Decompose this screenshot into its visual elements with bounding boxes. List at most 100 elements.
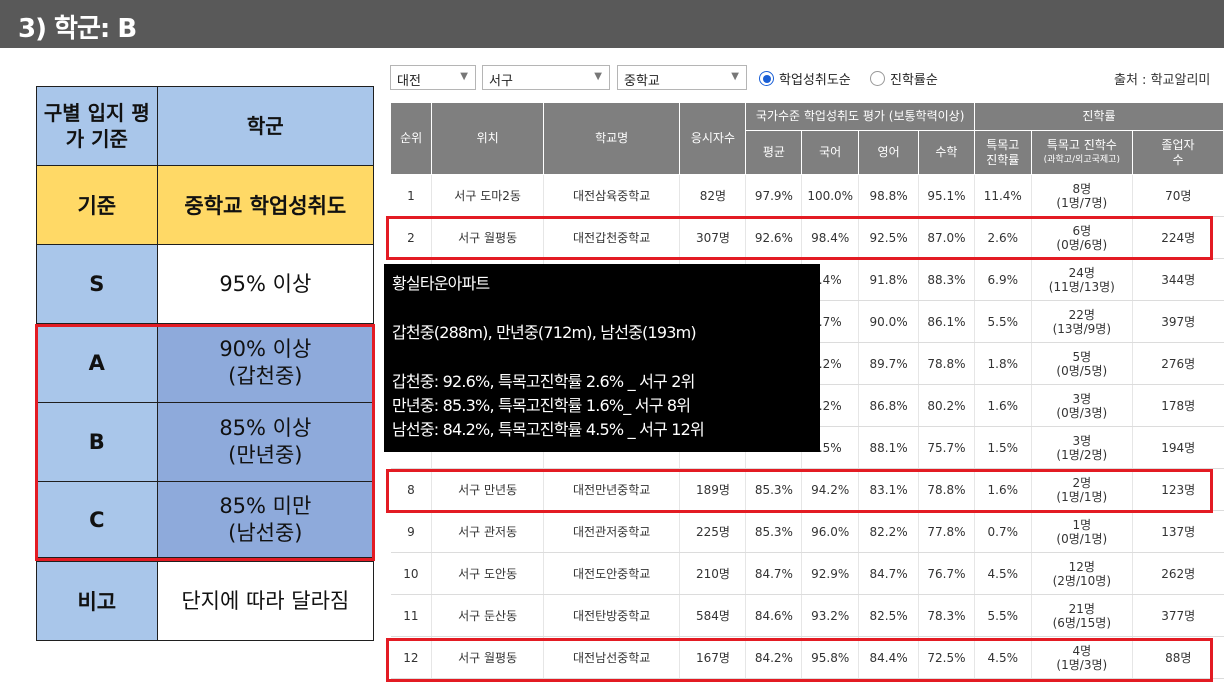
cell-english: 91.8%	[858, 258, 919, 301]
col-avg: 평균	[745, 130, 803, 175]
apartment-tooltip: 황실타운아파트 갑천중(288m), 만년중(712m), 남선중(193m) …	[384, 264, 820, 452]
cell-english: 90.0%	[858, 300, 919, 343]
cell-count: 24명 (11명/13명)	[1030, 258, 1133, 301]
cell-special-rate: 11.4%	[973, 174, 1032, 217]
radio-checked-icon	[759, 71, 774, 86]
grade-s: S	[36, 244, 158, 324]
criteria-header-left: 구별 입지 평가 기준	[36, 86, 158, 166]
cell-math: 78.3%	[918, 594, 975, 637]
cell-count: 5명 (0명/5명)	[1030, 342, 1133, 385]
grade-b-value: 85% 이상 (만년중)	[156, 402, 375, 482]
cell-special-rate: 1.6%	[973, 384, 1032, 427]
col-math: 수학	[918, 130, 975, 175]
cell-examinees: 584명	[679, 594, 746, 637]
cell-korean: 95.8%	[801, 636, 859, 679]
cell-special-rate: 1.8%	[973, 342, 1032, 385]
cell-special-rate: 5.5%	[973, 594, 1032, 637]
grade-a-value: 90% 이상 (갑천중)	[156, 323, 375, 403]
cell-avg: 84.6%	[745, 594, 802, 637]
cell-special-rate: 4.5%	[973, 636, 1032, 679]
cell-english: 98.8%	[858, 174, 919, 217]
cell-location: 서구 도마2동	[431, 174, 544, 217]
cell-examinees: 210명	[679, 552, 746, 595]
cell-math: 75.7%	[918, 426, 975, 469]
cell-rank: 9	[390, 510, 432, 553]
cell-math: 72.5%	[918, 636, 975, 679]
cell-count: 4명 (1명/3명)	[1030, 636, 1133, 679]
table-row: 8 서구 만년동 대전만년중학교 189명 85.3% 94.2% 83.1% 78.8% 1.…	[390, 468, 1224, 511]
cell-rank: 8	[390, 468, 432, 511]
table-row: 12 서구 월평동 대전남선중학교 167명 84.2% 95.8% 84.4% 72.5% 4…	[390, 636, 1224, 679]
cell-english: 86.8%	[858, 384, 919, 427]
tooltip-apartment-name: 황실타운아파트	[392, 274, 490, 293]
cell-grads: 137명	[1131, 510, 1224, 553]
cell-rank: 12	[390, 636, 432, 679]
criteria-header-right: 학군	[156, 86, 375, 166]
radio-unchecked-icon	[870, 71, 885, 86]
cell-special-rate: 1.6%	[973, 468, 1032, 511]
cell-rank: 11	[390, 594, 432, 637]
cell-examinees: 307명	[679, 216, 746, 259]
col-rank: 순위	[389, 102, 433, 175]
cell-english: 92.5%	[858, 216, 919, 259]
cell-school: 대전도안중학교	[542, 552, 680, 595]
cell-grads: 70명	[1131, 174, 1224, 217]
cell-rank: 1	[390, 174, 432, 217]
cell-count: 12명 (2명/10명)	[1030, 552, 1133, 595]
grade-c-value: 85% 미만 (남선중)	[156, 481, 375, 558]
radio-achievement[interactable]: 학업성취도순	[759, 69, 851, 88]
chevron-down-icon: ▼	[460, 71, 468, 82]
source-label: 출처 : 학교알리미	[1114, 73, 1211, 88]
cell-examinees: 167명	[679, 636, 746, 679]
cell-math: 77.8%	[918, 510, 975, 553]
cell-grads: 344명	[1131, 258, 1224, 301]
col-examinees: 응시자수	[679, 102, 747, 175]
city-select[interactable]: 대전 ▼	[390, 65, 476, 90]
tooltip-line-gapcheon: 갑천중: 92.6%, 특목고진학률 2.6% _ 서구 2위	[392, 372, 695, 391]
tooltip-line-namseon: 남선중: 84.2%, 특목고진학률 4.5% _ 서구 12위	[392, 420, 705, 439]
cell-school: 대전갑천중학교	[542, 216, 680, 259]
note-value: 단지에 따라 달라짐	[156, 561, 375, 641]
cell-grads: 262명	[1131, 552, 1224, 595]
cell-korean: 92.9%	[801, 552, 859, 595]
cell-school: 대전만년중학교	[542, 468, 680, 511]
cell-rank: 2	[390, 216, 432, 259]
cell-count: 6명 (0명/6명)	[1030, 216, 1133, 259]
cell-location: 서구 만년동	[431, 468, 544, 511]
cell-grads: 88명	[1131, 636, 1224, 679]
cell-avg: 92.6%	[745, 216, 802, 259]
cell-korean: 98.4%	[801, 216, 859, 259]
basis-label: 기준	[36, 165, 158, 245]
col-school: 학교명	[542, 102, 681, 175]
cell-english: 82.5%	[858, 594, 919, 637]
cell-avg: 85.3%	[745, 510, 802, 553]
cell-location: 서구 둔산동	[431, 594, 544, 637]
cell-avg: 97.9%	[745, 174, 802, 217]
cell-count: 22명 (13명/9명)	[1030, 300, 1133, 343]
cell-grads: 224명	[1131, 216, 1224, 259]
note-label: 비고	[36, 561, 158, 641]
cell-location: 서구 도안동	[431, 552, 544, 595]
criteria-table: 구별 입지 평가 기준 학군 기준 중학교 학업성취도 S 95% 이상 A 9…	[36, 86, 375, 641]
district-select[interactable]: 서구 ▼	[482, 65, 610, 90]
col-group-advance: 진학률	[973, 102, 1224, 131]
radio-advancement[interactable]: 진학률순	[870, 69, 938, 88]
cell-count: 8명 (1명/7명)	[1030, 174, 1133, 217]
table-row: 11 서구 둔산동 대전탄방중학교 584명 84.6% 93.2% 82.5% 78.3% 5…	[390, 594, 1224, 637]
cell-examinees: 189명	[679, 468, 746, 511]
cell-korean: 94.2%	[801, 468, 859, 511]
cell-school: 대전삼육중학교	[542, 174, 680, 217]
table-row: 1 서구 도마2동 대전삼육중학교 82명 97.9% 100.0% 98.8% 95.1% 1…	[390, 174, 1224, 217]
cell-special-rate: 0.7%	[973, 510, 1032, 553]
cell-location: 서구 월평동	[431, 216, 544, 259]
grade-a: A	[36, 323, 158, 403]
cell-location: 서구 월평동	[431, 636, 544, 679]
cell-grads: 194명	[1131, 426, 1224, 469]
cell-grads: 397명	[1131, 300, 1224, 343]
table-row: 10 서구 도안동 대전도안중학교 210명 84.7% 92.9% 84.7% 76.7% 4…	[390, 552, 1224, 595]
cell-special-rate: 1.5%	[973, 426, 1032, 469]
cell-math: 87.0%	[918, 216, 975, 259]
col-special-rate: 특목고 진학률	[973, 130, 1032, 175]
cell-examinees: 82명	[679, 174, 746, 217]
school-type-select[interactable]: 중학교 ▼	[617, 65, 747, 90]
